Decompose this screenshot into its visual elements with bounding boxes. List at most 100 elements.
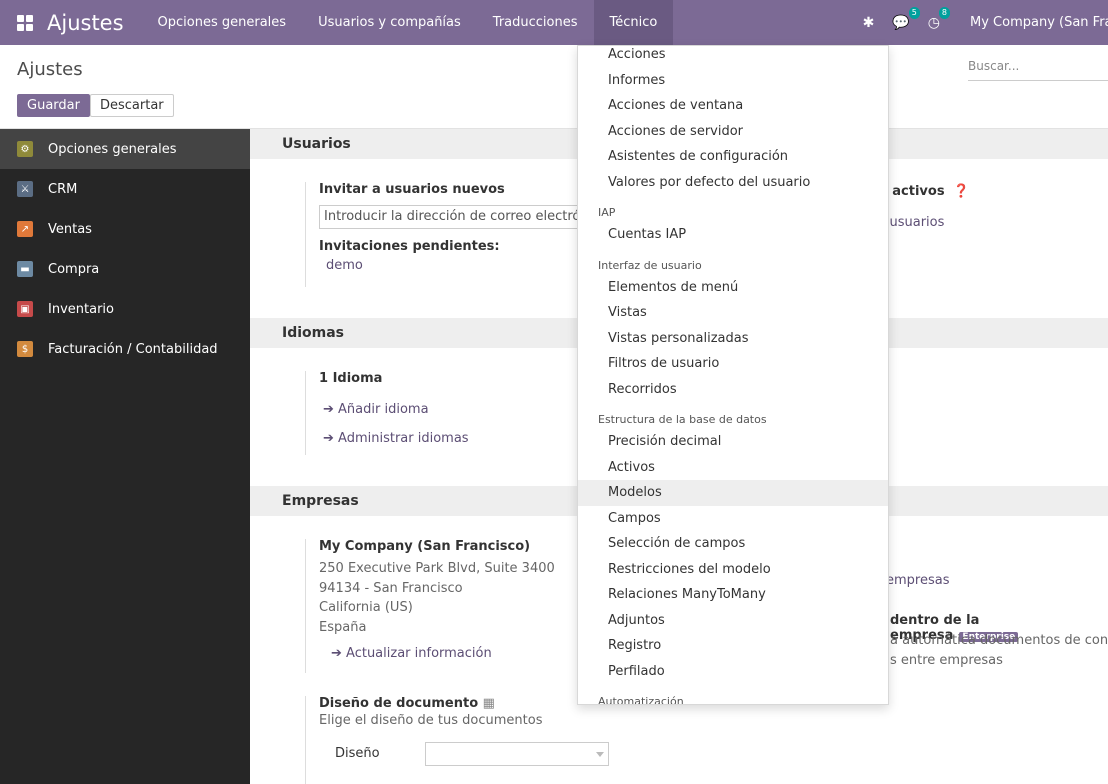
menu-header-estructura: Estructura de la base de datos (598, 413, 767, 426)
manage-languages-text: Administrar idiomas (338, 431, 469, 446)
menu-header-iap: IAP (598, 206, 616, 219)
menu-item-relaciones[interactable]: Relaciones ManyToMany (578, 582, 888, 608)
sidebar-item-label: Inventario (48, 301, 114, 317)
messages-badge: 5 (908, 6, 920, 19)
pending-invitations-label: Invitaciones pendientes: (319, 239, 500, 254)
save-button[interactable]: Guardar (17, 94, 90, 117)
settings-sidebar: ⚙ Opciones generales ⚔ CRM ↗ Ventas ▬ Co… (0, 129, 250, 784)
menu-item-acciones-ventana[interactable]: Acciones de ventana (578, 93, 888, 119)
menu-header-interfaz: Interfaz de usuario (598, 258, 702, 272)
menu-item-valores-defecto[interactable]: Valores por defecto del usuario (578, 170, 888, 196)
sidebar-item-label: Facturación / Contabilidad (48, 341, 218, 357)
sidebar-item-crm[interactable]: ⚔ CRM (0, 169, 250, 209)
menu-tecnico[interactable]: Técnico (593, 0, 674, 45)
menu-item-elementos-menu[interactable]: Elementos de menú (578, 275, 888, 301)
manage-users-link[interactable]: r usuarios (880, 215, 944, 230)
document-layout-text: Diseño de documento (319, 696, 479, 711)
address-line: 250 Executive Park Blvd, Suite 3400 (319, 561, 555, 576)
sidebar-item-inventario[interactable]: ▣ Inventario (0, 289, 250, 329)
invite-label: Invitar a usuarios nuevos (319, 182, 505, 197)
apps-menu-icon[interactable] (17, 14, 33, 31)
invoice-icon: $ (17, 341, 33, 357)
layout-select[interactable] (425, 742, 609, 766)
messages-icon[interactable]: 💬 5 (892, 6, 920, 31)
building-icon: ▦ (482, 696, 495, 711)
companies-link[interactable]: empresas (886, 573, 949, 588)
company-setting: My Company (San Francisco) 250 Executive… (305, 539, 555, 673)
chart-icon: ↗ (17, 221, 33, 237)
discard-button[interactable]: Descartar (90, 94, 174, 117)
menu-traducciones[interactable]: Traducciones (477, 0, 594, 45)
sidebar-item-label: Compra (48, 261, 100, 277)
menu-opciones-generales[interactable]: Opciones generales (142, 0, 303, 45)
bug-icon[interactable]: ✱ (863, 15, 875, 31)
menu-item-acciones[interactable]: Acciones (578, 46, 888, 68)
company-switcher[interactable]: My Company (San Francisco) (970, 15, 1108, 30)
control-panel: Ajustes Guardar Descartar Buscar... (0, 45, 1108, 129)
activities-badge: 8 (938, 6, 950, 19)
sidebar-item-label: Opciones generales (48, 141, 177, 157)
menu-item-restricciones[interactable]: Restricciones del modelo (578, 557, 888, 583)
menu-item-vistas[interactable]: Vistas (578, 300, 888, 326)
address-line: 94134 - San Francisco (319, 580, 463, 596)
menu-item-seleccion-campos[interactable]: Selección de campos (578, 531, 888, 557)
menu-item-precision-decimal[interactable]: Precisión decimal (578, 429, 888, 455)
menu-header-automatizacion: Automatización (598, 695, 684, 705)
invite-users-setting: Invitar a usuarios nuevos Introducir la … (305, 182, 589, 287)
languages-setting: 1 Idioma ➔ Añadir idioma ➔ Administrar i… (305, 371, 469, 455)
systray: ✱ 💬5 ◷8 My Company (San Francisco) (863, 0, 1108, 45)
menu-item-activos[interactable]: Activos (578, 455, 888, 481)
active-users-text: s activos (880, 184, 945, 199)
breadcrumb: Ajustes (17, 59, 83, 80)
menu-item-informes[interactable]: Informes (578, 68, 888, 94)
active-users-title: s activos ❓ (880, 184, 969, 199)
sidebar-item-label: CRM (48, 181, 78, 197)
sidebar-item-compra[interactable]: ▬ Compra (0, 249, 250, 289)
menu-item-perfilado[interactable]: Perfilado (578, 659, 888, 685)
menu-item-registro[interactable]: Registro (578, 633, 888, 659)
pending-user-link[interactable]: demo (319, 258, 589, 273)
gear-icon: ⚙ (17, 141, 33, 157)
document-layout-title: Diseño de documento ▦ (319, 696, 542, 711)
add-language-link[interactable]: ➔ Añadir idioma (319, 402, 469, 417)
manage-languages-link[interactable]: ➔ Administrar idiomas (319, 431, 469, 446)
chevron-down-icon (596, 752, 604, 757)
menu-item-acciones-servidor[interactable]: Acciones de servidor (578, 119, 888, 145)
top-navbar: Ajustes Opciones generales Usuarios y co… (0, 0, 1108, 45)
inter-company-desc-2: s entre empresas (890, 653, 1003, 668)
activities-icon[interactable]: ◷ 8 (928, 6, 950, 31)
layout-field-row: Diseño (319, 742, 609, 770)
help-icon[interactable]: ❓ (953, 184, 969, 199)
address-line: España (319, 619, 367, 635)
menu-item-filtros-usuario[interactable]: Filtros de usuario (578, 351, 888, 377)
menu-item-cuentas-iap[interactable]: Cuentas IAP (578, 222, 888, 248)
document-layout-setting: Diseño de documento ▦ Elige el diseño de… (305, 696, 609, 784)
menu-item-asistentes[interactable]: Asistentes de configuración (578, 144, 888, 170)
box-icon: ▣ (17, 301, 33, 317)
add-language-text: Añadir idioma (338, 402, 429, 417)
menu-item-recorridos[interactable]: Recorridos (578, 377, 888, 403)
invite-email-input[interactable]: Introducir la dirección de correo electr… (319, 205, 589, 229)
menu-usuarios-companias[interactable]: Usuarios y compañías (302, 0, 477, 45)
sidebar-item-ventas[interactable]: ↗ Ventas (0, 209, 250, 249)
company-address: 250 Executive Park Blvd, Suite 3400 9413… (319, 559, 555, 637)
language-count: 1 Idioma (319, 371, 383, 386)
menu-item-adjuntos[interactable]: Adjuntos (578, 608, 888, 634)
sidebar-item-facturacion[interactable]: $ Facturación / Contabilidad (0, 329, 250, 369)
app-brand[interactable]: Ajustes (47, 11, 124, 35)
update-info-text: Actualizar información (346, 646, 492, 661)
company-name: My Company (San Francisco) (319, 539, 531, 554)
sidebar-item-label: Ventas (48, 221, 92, 237)
menu-item-modelos[interactable]: Modelos (578, 480, 888, 506)
menu-item-campos[interactable]: Campos (578, 506, 888, 532)
update-info-link[interactable]: ➔ Actualizar información (319, 646, 555, 661)
address-line: California (US) (319, 600, 413, 615)
card-icon: ▬ (17, 261, 33, 277)
handshake-icon: ⚔ (17, 181, 33, 197)
tecnico-dropdown-menu: Acciones Informes Acciones de ventana Ac… (577, 45, 889, 705)
search-input[interactable]: Buscar... (968, 57, 1108, 81)
document-layout-desc: Elige el diseño de tus documentos (319, 713, 543, 728)
menu-item-vistas-personalizadas[interactable]: Vistas personalizadas (578, 326, 888, 352)
sidebar-item-opciones-generales[interactable]: ⚙ Opciones generales (0, 129, 250, 169)
layout-field-label: Diseño (335, 746, 380, 761)
